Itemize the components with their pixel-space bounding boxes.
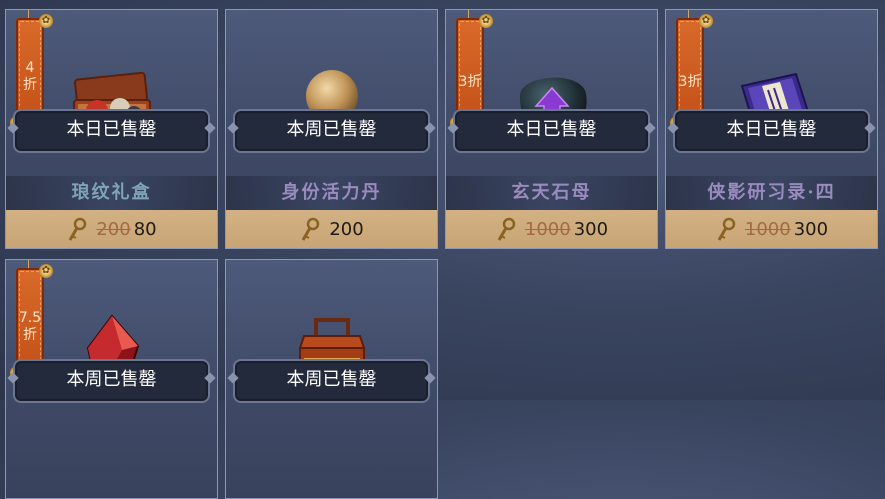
flower-knot-icon: ✿ [699,14,713,28]
discount-label: 3折 [678,74,702,90]
key-currency-icon [717,217,736,241]
flower-knot-icon: ✿ [479,14,493,28]
sold-out-label: 本日已售罄 [453,109,650,153]
shop-item-card[interactable]: 本周已售罄 [225,259,438,499]
item-name: 侠影研习录·四 [666,176,877,210]
shop-item-card[interactable]: 本周已售罄 身份活力丹 200 [225,9,438,249]
shop-item-card[interactable]: 4折 ✿ 本日已售罄 琅纹礼盒 200 80 [5,9,218,249]
original-price: 200 [96,219,131,240]
current-price: 300 [573,219,609,240]
sold-out-label: 本周已售罄 [13,359,210,403]
sold-out-label: 本周已售罄 [233,109,430,153]
price-bar[interactable]: 1000 300 [666,210,877,248]
sold-out-label: 本日已售罄 [673,109,870,153]
flower-knot-icon: ✿ [39,14,53,28]
price-bar[interactable]: 200 [226,210,437,248]
item-name: 琅纹礼盒 [6,176,217,210]
item-name: 玄天石母 [446,176,657,210]
original-price: 1000 [524,219,571,240]
price-bar[interactable]: 1000 300 [446,210,657,248]
discount-label: 4折 [23,60,37,93]
original-price: 1000 [744,219,791,240]
shop-item-card[interactable]: 7.5 折 ✿ 本周已售罄 [5,259,218,499]
key-currency-icon [497,217,516,241]
current-price: 200 [329,219,364,240]
key-currency-icon [69,217,87,241]
key-currency-icon [302,217,320,241]
price-bar[interactable]: 200 80 [6,210,217,248]
flower-knot-icon: ✿ [39,264,53,278]
sold-out-label: 本周已售罄 [233,359,430,403]
sold-out-label: 本日已售罄 [13,109,210,153]
shop-item-card[interactable]: 3折 ✿ 本日已售罄 侠影研习录·四 1000 300 [665,9,878,249]
item-name: 身份活力丹 [226,176,437,210]
shop-item-card[interactable]: 3折 ✿ 本日已售罄 玄天石母 1000 300 [445,9,658,249]
discount-label: 7.5 折 [18,310,42,343]
current-price: 300 [793,219,829,240]
discount-label: 3折 [458,74,482,90]
current-price: 80 [133,219,157,240]
